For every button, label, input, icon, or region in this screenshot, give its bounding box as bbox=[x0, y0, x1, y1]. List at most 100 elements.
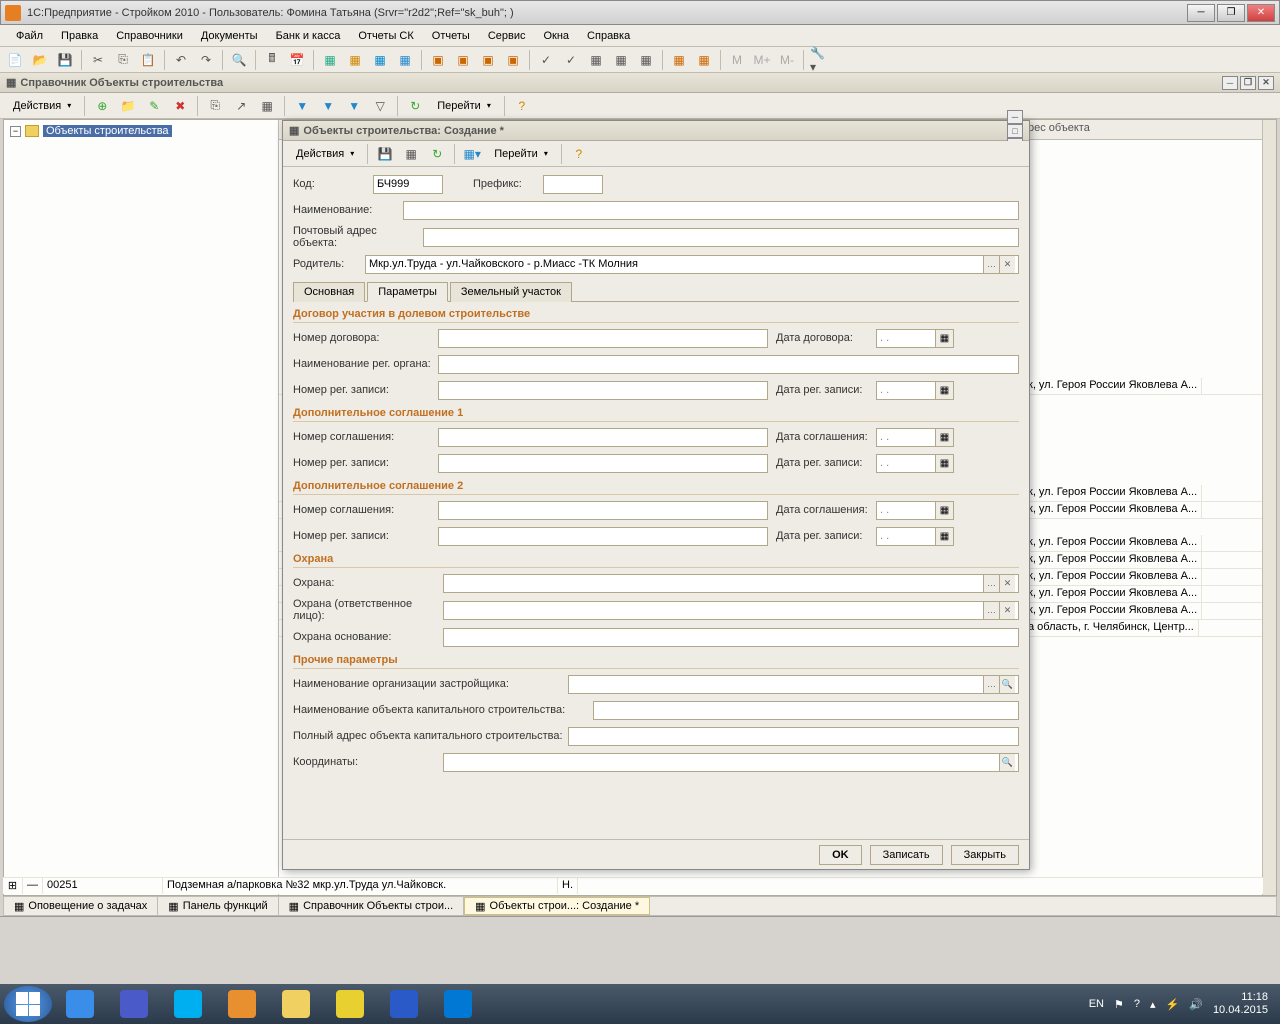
filter-icon[interactable]: ▼ bbox=[343, 95, 365, 117]
reg-num-input[interactable] bbox=[438, 381, 768, 400]
select-icon[interactable]: … bbox=[983, 575, 999, 592]
close-button[interactable]: ✕ bbox=[1247, 4, 1275, 22]
task-functions[interactable]: ▦Панель функций bbox=[158, 897, 278, 915]
hierarchy-icon[interactable]: ▦ bbox=[256, 95, 278, 117]
clear-icon[interactable]: ✕ bbox=[999, 256, 1015, 273]
agr2-reg-date-input[interactable]: . . bbox=[876, 527, 936, 546]
undo-icon[interactable]: ↶ bbox=[170, 49, 192, 71]
add-icon[interactable]: ⊕ bbox=[91, 95, 113, 117]
toolbar-icon[interactable]: ▣ bbox=[452, 49, 474, 71]
calc-icon[interactable]: 🖩 bbox=[261, 49, 283, 71]
agr1-date-input[interactable]: . . bbox=[876, 428, 936, 447]
tray-icon[interactable]: ⚑ bbox=[1114, 998, 1124, 1011]
refresh-icon[interactable]: ↻ bbox=[404, 95, 426, 117]
toolbar-icon[interactable]: ▣ bbox=[502, 49, 524, 71]
filter-off-icon[interactable]: ▽ bbox=[369, 95, 391, 117]
menu-help[interactable]: Справка bbox=[579, 28, 638, 44]
postaddr-input[interactable] bbox=[423, 228, 1019, 247]
calendar-icon[interactable]: ▦ bbox=[936, 527, 954, 546]
select-icon[interactable]: … bbox=[983, 256, 999, 273]
clear-icon[interactable]: ✕ bbox=[999, 602, 1015, 619]
contract-number-input[interactable] bbox=[438, 329, 768, 348]
dev-org-select[interactable]: …🔍 bbox=[568, 675, 1019, 694]
taskbar-app-ie[interactable] bbox=[54, 986, 106, 1022]
menu-refs[interactable]: Справочники bbox=[108, 28, 191, 44]
clear-icon[interactable]: ✕ bbox=[999, 575, 1015, 592]
dialog-minimize[interactable]: ─ bbox=[1007, 110, 1023, 124]
grid-col-addr[interactable]: рес объекта bbox=[1024, 120, 1276, 139]
calendar-icon[interactable]: ▦ bbox=[936, 428, 954, 447]
move-icon[interactable]: ↗ bbox=[230, 95, 252, 117]
parent-select[interactable]: Мкр.ул.Труда - ул.Чайковского - р.Миасс … bbox=[365, 255, 1019, 274]
agr2-reg-num-input[interactable] bbox=[438, 527, 768, 546]
cap-obj-input[interactable] bbox=[593, 701, 1019, 720]
toolbar-icon[interactable]: ▦ bbox=[344, 49, 366, 71]
coords-input[interactable]: 🔍 bbox=[443, 753, 1019, 772]
toolbar-icon[interactable]: ▦ bbox=[319, 49, 341, 71]
delete-icon[interactable]: ✖ bbox=[169, 95, 191, 117]
filter-icon[interactable]: ▼ bbox=[317, 95, 339, 117]
taskbar-app-lync[interactable] bbox=[108, 986, 160, 1022]
close-button[interactable]: Закрыть bbox=[951, 845, 1019, 865]
taskbar-app-explorer[interactable] bbox=[270, 986, 322, 1022]
taskbar-app-skype[interactable] bbox=[162, 986, 214, 1022]
toolbar-icon[interactable]: ▣ bbox=[477, 49, 499, 71]
toolbar-icon[interactable]: ▦ bbox=[394, 49, 416, 71]
reg-org-input[interactable] bbox=[438, 355, 1019, 374]
search-icon[interactable]: 🔍 bbox=[999, 676, 1015, 693]
toolbar-icon[interactable]: ▦ bbox=[635, 49, 657, 71]
refresh-icon[interactable]: ↻ bbox=[426, 143, 448, 165]
agr1-num-input[interactable] bbox=[438, 428, 768, 447]
code-input[interactable] bbox=[373, 175, 443, 194]
toolbar-icon[interactable]: ▦ bbox=[400, 143, 422, 165]
mdi-minimize[interactable]: ─ bbox=[1222, 76, 1238, 90]
dialog-actions-dropdown[interactable]: Действия bbox=[289, 145, 361, 163]
wrench-icon[interactable]: 🔧▾ bbox=[809, 49, 831, 71]
copy-icon[interactable]: ⎘ bbox=[112, 49, 134, 71]
tab-main[interactable]: Основная bbox=[293, 282, 365, 302]
dialog-maximize[interactable]: □ bbox=[1007, 124, 1023, 138]
taskbar-app[interactable] bbox=[216, 986, 268, 1022]
reg-date-input[interactable]: . . bbox=[876, 381, 936, 400]
edit-icon[interactable]: ✎ bbox=[143, 95, 165, 117]
toolbar-icon[interactable]: ▦ bbox=[585, 49, 607, 71]
cut-icon[interactable]: ✂ bbox=[87, 49, 109, 71]
copy-icon[interactable]: ⎘ bbox=[204, 95, 226, 117]
menu-bank[interactable]: Банк и касса bbox=[268, 28, 349, 44]
menu-service[interactable]: Сервис bbox=[480, 28, 534, 44]
task-notifications[interactable]: ▦Оповещение о задачах bbox=[4, 897, 158, 915]
menu-docs[interactable]: Документы bbox=[193, 28, 266, 44]
m-minus-icon[interactable]: M- bbox=[776, 49, 798, 71]
agr1-reg-num-input[interactable] bbox=[438, 454, 768, 473]
toolbar-icon[interactable]: ▦ bbox=[668, 49, 690, 71]
taskbar-app-word[interactable] bbox=[378, 986, 430, 1022]
help-icon[interactable]: ? bbox=[511, 95, 533, 117]
menu-windows[interactable]: Окна bbox=[535, 28, 577, 44]
tray-power-icon[interactable]: ⚡ bbox=[1166, 998, 1180, 1011]
toolbar-icon[interactable]: ▦ bbox=[693, 49, 715, 71]
open-icon[interactable]: 📂 bbox=[29, 49, 51, 71]
start-button[interactable] bbox=[4, 986, 52, 1022]
tab-land[interactable]: Земельный участок bbox=[450, 282, 572, 302]
ok-button[interactable]: OK bbox=[819, 845, 862, 865]
vertical-scrollbar[interactable] bbox=[1262, 120, 1276, 895]
m-icon[interactable]: M bbox=[726, 49, 748, 71]
name-input[interactable] bbox=[403, 201, 1019, 220]
calendar-icon[interactable]: ▦ bbox=[936, 454, 954, 473]
new-icon[interactable]: 📄 bbox=[4, 49, 26, 71]
toolbar-icon[interactable]: ▦ bbox=[369, 49, 391, 71]
go-dropdown[interactable]: Перейти bbox=[430, 97, 498, 115]
guard-select[interactable]: …✕ bbox=[443, 574, 1019, 593]
select-icon[interactable]: … bbox=[983, 676, 999, 693]
save-button[interactable]: Записать bbox=[870, 845, 943, 865]
m-plus-icon[interactable]: M+ bbox=[751, 49, 773, 71]
menu-file[interactable]: Файл bbox=[8, 28, 51, 44]
calendar-icon[interactable]: 📅 bbox=[286, 49, 308, 71]
task-catalog[interactable]: ▦Справочник Объекты строи... bbox=[279, 897, 464, 915]
paste-icon[interactable]: 📋 bbox=[137, 49, 159, 71]
calendar-icon[interactable]: ▦ bbox=[936, 501, 954, 520]
prefix-input[interactable] bbox=[543, 175, 603, 194]
add-group-icon[interactable]: 📁 bbox=[117, 95, 139, 117]
guard-base-input[interactable] bbox=[443, 628, 1019, 647]
mdi-restore[interactable]: ❐ bbox=[1240, 76, 1256, 90]
